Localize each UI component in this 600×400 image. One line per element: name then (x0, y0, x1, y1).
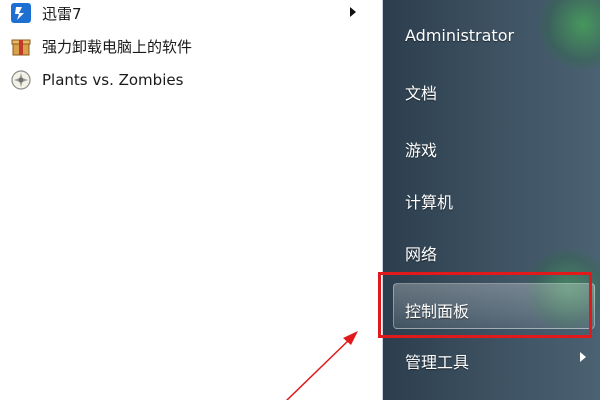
annotation-arrow-icon (285, 331, 358, 400)
